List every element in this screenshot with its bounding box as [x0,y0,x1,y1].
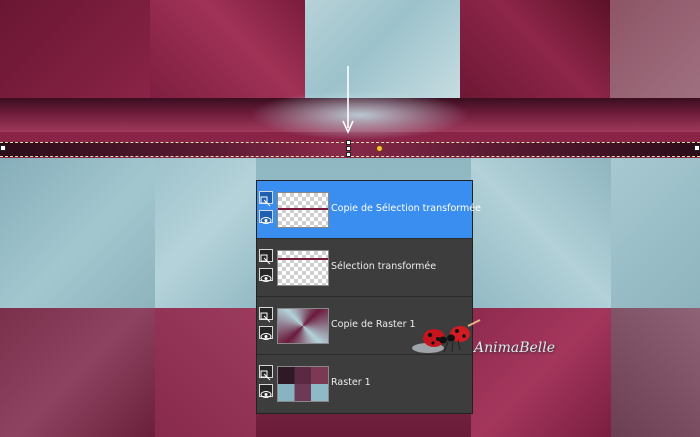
eye-icon[interactable] [259,384,273,398]
layer-name: Copie de Raster 1 [331,319,416,330]
layer-name: Sélection transformée [331,261,437,272]
layer-row-copie-selection-transformee[interactable]: Copie de Sélection transformée [257,181,481,239]
selection-handle-center[interactable] [346,146,351,151]
layer-icons [259,307,275,347]
canvas-tile [611,308,700,437]
canvas-tile [0,0,150,100]
canvas-tile [460,0,610,100]
canvas-tile [471,158,611,308]
canvas-tile [155,308,256,437]
layer-type-icon[interactable] [259,365,273,381]
layer-icons [259,191,275,231]
watermark-text: AnimaBelle [474,340,556,356]
canvas-glow [250,90,470,140]
layer-thumbnail [277,192,329,228]
layer-thumbnail [277,308,329,344]
layer-type-icon[interactable] [259,307,273,323]
canvas-tile [0,308,155,437]
layers-panel: Copie de Sélection transformée Sélection… [256,180,481,414]
layer-name: Copie de Sélection transformée [331,203,481,214]
selection-handle-left[interactable] [0,145,6,151]
canvas-tile [155,158,256,308]
eye-icon[interactable] [259,326,273,340]
canvas-tile [0,158,155,308]
layer-icons [259,365,275,405]
canvas-tile [150,0,305,100]
eye-icon[interactable] [259,210,273,224]
layer-row-selection-transformee[interactable]: Sélection transformée [257,239,472,297]
selection-handle-center-bottom[interactable] [346,152,351,157]
canvas-tile [305,0,460,100]
selection-handle-center-top[interactable] [346,140,351,145]
selection-handle-right[interactable] [694,145,700,151]
layer-type-icon[interactable] [259,191,273,207]
canvas-tile [611,158,700,308]
layer-name: Raster 1 [331,377,371,388]
layer-type-icon[interactable] [259,249,273,265]
selection-pivot[interactable] [376,145,383,152]
layer-thumbnail [277,366,329,402]
layer-thumbnail [277,250,329,286]
eye-icon[interactable] [259,268,273,282]
watermark: AnimaBelle [408,318,558,364]
layer-icons [259,249,275,289]
arrow-down-icon [342,66,354,134]
canvas-tile [610,0,700,100]
